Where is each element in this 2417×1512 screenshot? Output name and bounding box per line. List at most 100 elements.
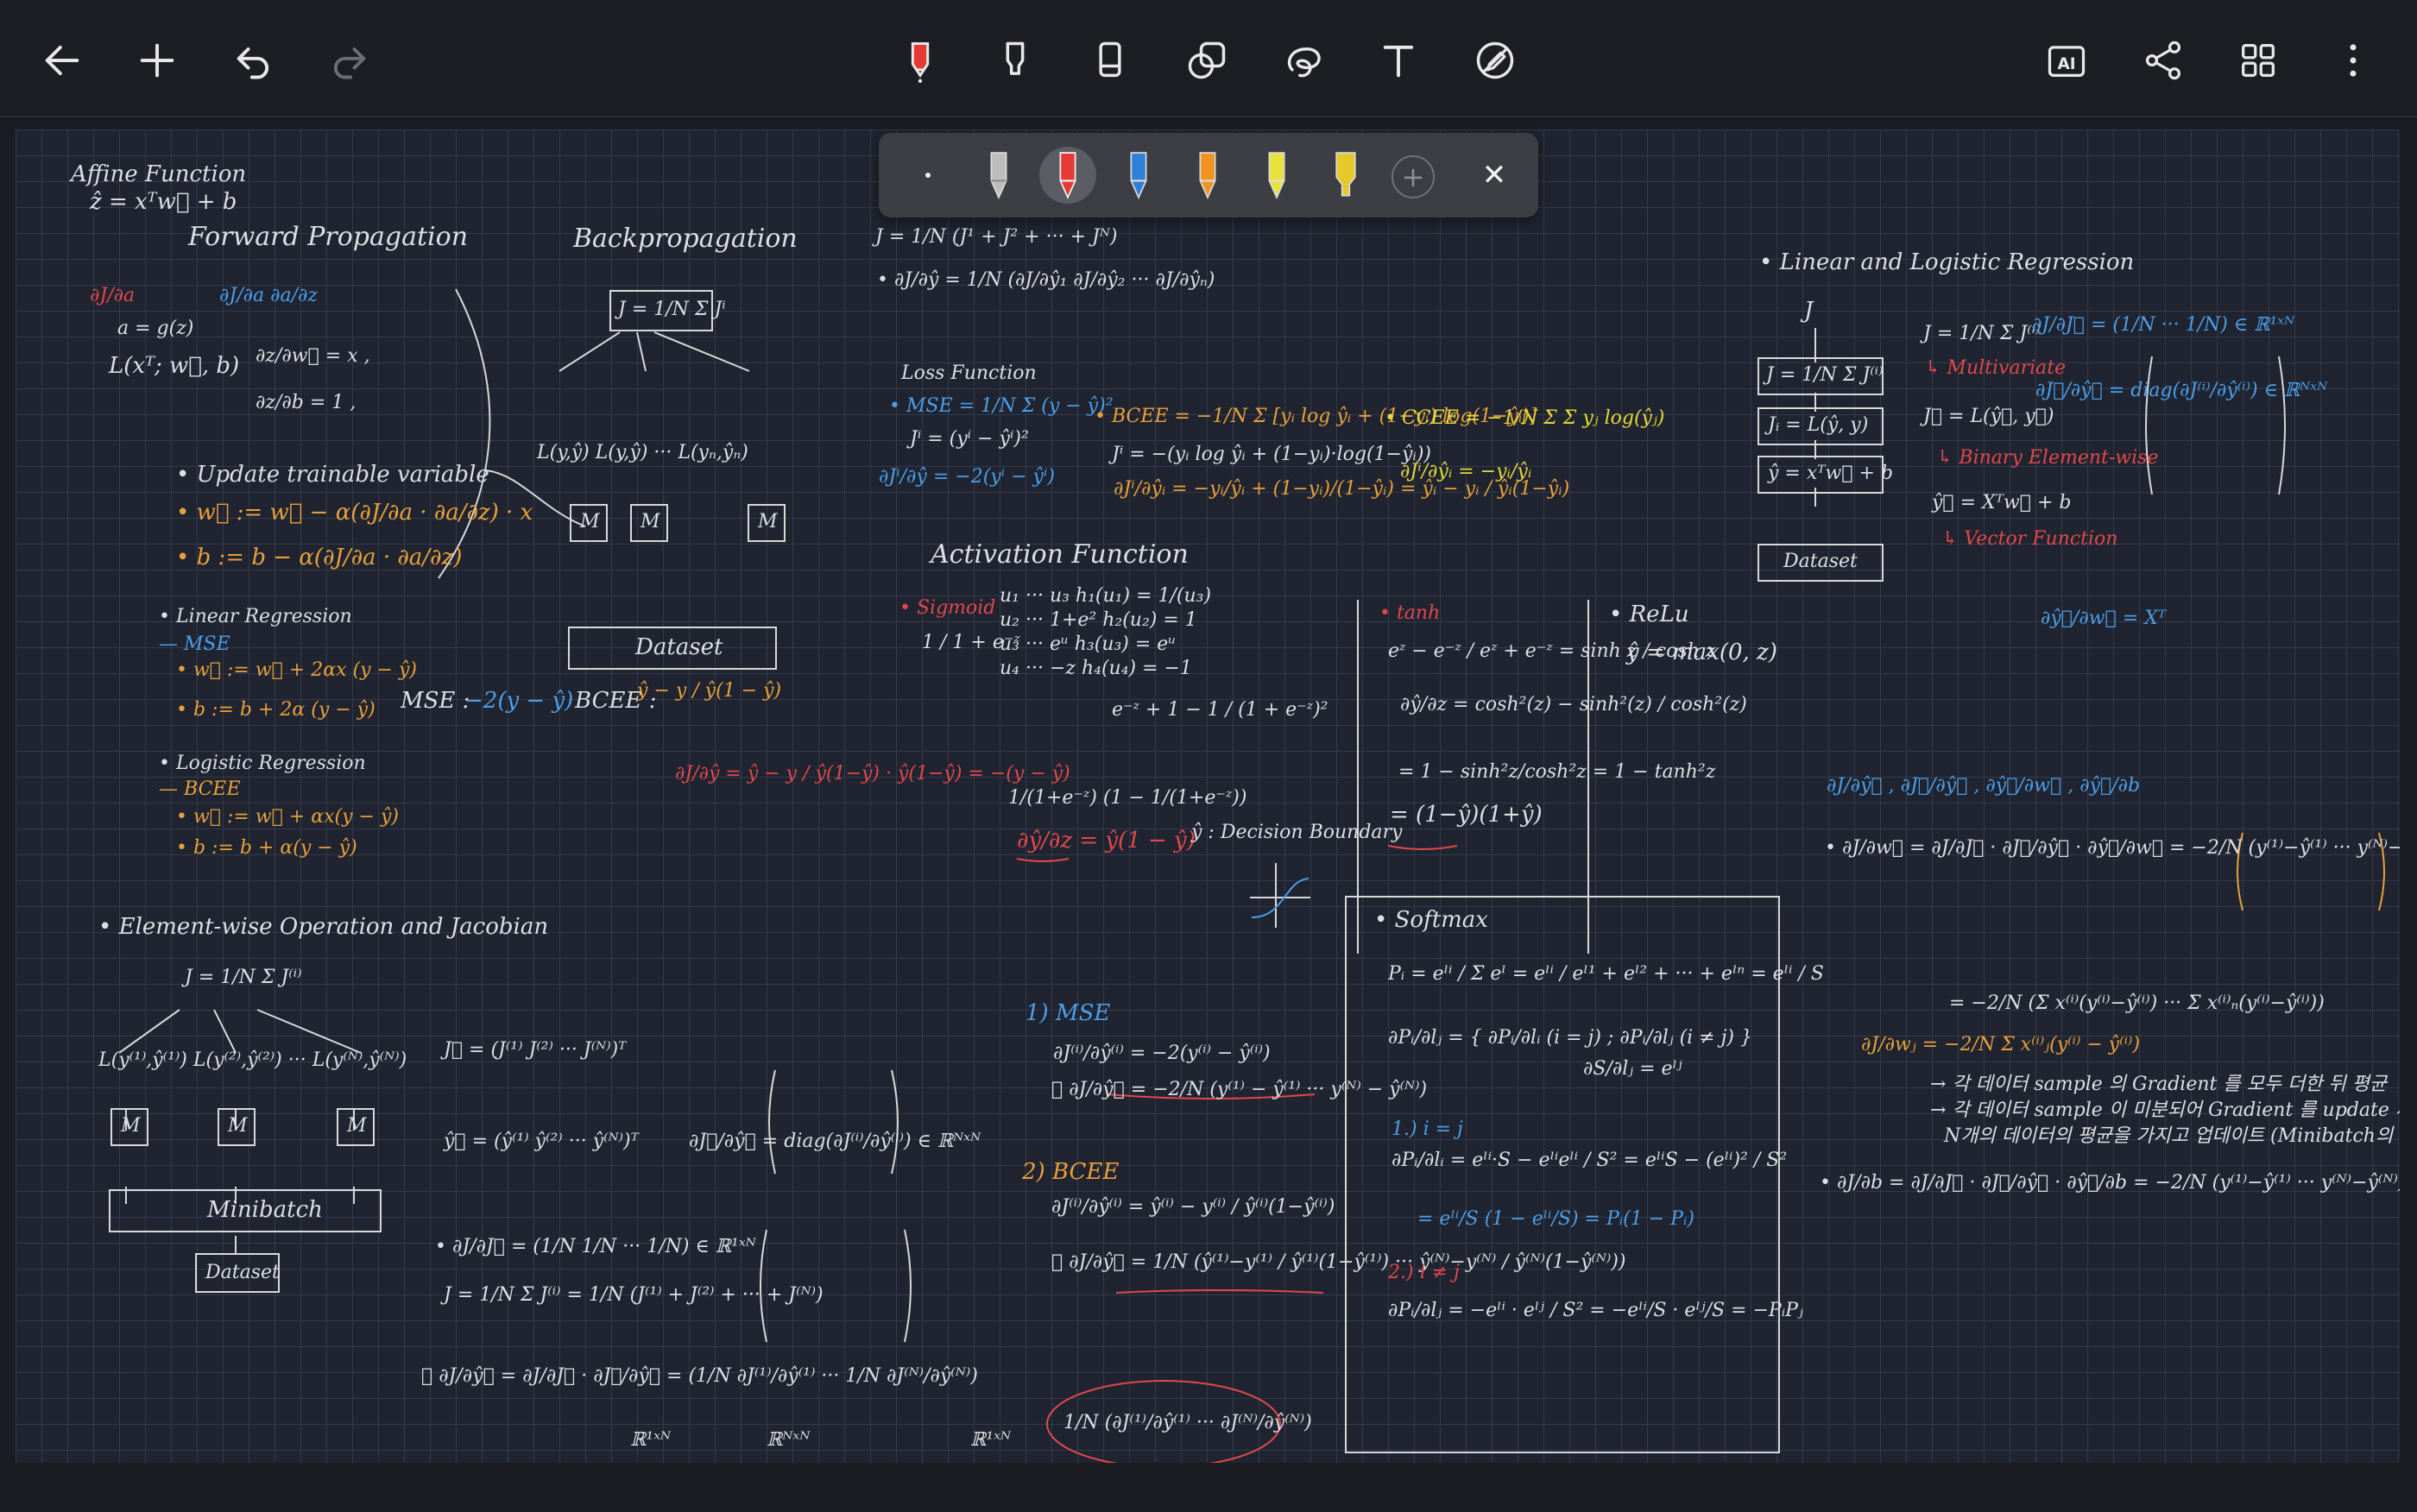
lasso-tool-button[interactable] bbox=[1269, 26, 1338, 95]
mse-value: −2(y − ŷ) bbox=[464, 688, 574, 714]
eraser-tool-button[interactable] bbox=[1076, 26, 1145, 95]
lr-affine: ŷ = xᵀw⃗ + b bbox=[1768, 463, 1894, 484]
update-b: • b := b − α(∂J/∂a · ∂a/∂z) bbox=[176, 545, 463, 570]
text-tool-icon bbox=[1383, 45, 1414, 78]
redo-button[interactable] bbox=[314, 26, 383, 95]
pen-red[interactable] bbox=[1039, 147, 1096, 204]
note-canvas[interactable]: Affine Function ẑ = xᵀw⃗ + b Forward Pro… bbox=[16, 129, 2400, 1463]
loss-mse-per-sample: Jⁱ = (yⁱ − ŷⁱ)² bbox=[910, 428, 1029, 450]
pen-palette: + ✕ bbox=[879, 133, 1538, 217]
lr-loss: Jᵢ = L(ŷ, y) bbox=[1768, 414, 1869, 436]
lr-cost-vector: J = 1/N Σ J⁽ⁱ⁾ bbox=[1923, 323, 2041, 344]
elementwise-jacobian: ∂J⃗/∂ŷ⃗ = diag(∂J⁽ⁱ⁾/∂ŷ⁽ⁱ⁾) ∈ ℝᴺˣᴺ bbox=[689, 1131, 981, 1152]
tanh-derivative-2: = 1 − sinh²z/cosh²z = 1 − tanh²z bbox=[1398, 761, 1716, 783]
activation-title: Activation Function bbox=[931, 539, 1189, 570]
tanh-result: = (1−ŷ)(1+ŷ) bbox=[1390, 802, 1543, 828]
touch-draw-toggle[interactable] bbox=[1461, 26, 1530, 95]
backprop-losses: L(y,ŷ) L(y,ŷ) ··· L(yₙ,ŷₙ) bbox=[537, 442, 748, 463]
pages-grid-button[interactable] bbox=[2224, 26, 2293, 95]
lr-affine-box: ŷ = xᵀw⃗ + b bbox=[1758, 456, 1893, 494]
pen-yellow-icon bbox=[1268, 152, 1285, 199]
tanh-title: • tanh bbox=[1379, 602, 1441, 624]
back-arrow-icon bbox=[45, 45, 79, 76]
lr-dcost: ∂J/∂J⃗ = (1/N ··· 1/N) ∈ ℝ¹ˣᴺ bbox=[2032, 314, 2295, 336]
pen-orange[interactable] bbox=[1179, 147, 1236, 204]
undo-button[interactable] bbox=[219, 26, 288, 95]
softmax-case-1-eq: ∂Pᵢ/∂lᵢ = eˡⁱ·S − eˡⁱeˡⁱ / S² = eˡⁱS − (… bbox=[1392, 1150, 1788, 1171]
pen-tool-icon bbox=[911, 41, 930, 83]
elementwise-dataset-box: Dataset bbox=[195, 1253, 280, 1293]
bcee-case: 2) BCEE bbox=[1022, 1159, 1120, 1185]
elementwise-J: J = 1/N Σ J⁽ⁱ⁾ = 1/N (J⁽¹⁾ + J⁽²⁾ + ··· … bbox=[444, 1284, 824, 1306]
pen-tool-button[interactable] bbox=[886, 26, 955, 95]
relu-title: • ReLu bbox=[1609, 602, 1689, 627]
elementwise-r1n-2: ℝ¹ˣᴺ bbox=[970, 1429, 1012, 1451]
sigmoid-block-3: u₃ ··· eᵘ h₃(u₃) = eᵘ bbox=[1000, 633, 1177, 655]
ai-label: AI bbox=[2057, 55, 2075, 73]
lr-multivariate: ↳ Multivariate bbox=[1925, 357, 2067, 379]
loss-bcee-per-sample: Jⁱ = −(yᵢ log ŷᵢ + (1−yᵢ)·log(1−ŷᵢ)) bbox=[1112, 444, 1432, 465]
add-button[interactable] bbox=[123, 26, 192, 95]
loss-ccee-gradient: ∂Jⁱ/∂ŷᵢ = −yᵢ/ŷᵢ bbox=[1400, 461, 1532, 482]
shapes-tool-button[interactable] bbox=[1172, 26, 1241, 95]
lr-cost-box: J = 1/N Σ J⁽ⁱ⁾ bbox=[1758, 357, 1884, 395]
update-w: • w⃗ := w⃗ − α(∂J/∂a · ∂a/∂z) · x bbox=[176, 500, 533, 526]
decision-boundary: ŷ : Decision Boundary bbox=[1191, 822, 1403, 843]
forward-chain-blue: ∂J/∂a ∂a/∂z bbox=[219, 285, 318, 306]
more-options-icon bbox=[2350, 44, 2357, 77]
more-options-button[interactable] bbox=[2319, 26, 2388, 95]
pen-gray[interactable] bbox=[970, 147, 1027, 204]
shapes-tool-icon bbox=[1188, 41, 1226, 79]
forward-loss: L(xᵀ; w⃗, b) bbox=[109, 353, 240, 379]
lr-grad-w: • ∂J/∂w⃗ = ∂J/∂J⃗ · ∂J⃗/∂ŷ⃗ · ∂ŷ⃗/∂w⃗ = … bbox=[1825, 837, 2400, 859]
bcee-case-1: ∂J⁽ⁱ⁾/∂ŷ⁽ⁱ⁾ = ŷ⁽ⁱ⁾ − y⁽ⁱ⁾ / ŷ⁽ⁱ⁾(1−ŷ⁽ⁱ⁾) bbox=[1051, 1196, 1335, 1218]
bottom-circled-result: 1/N (∂J⁽¹⁾/∂ŷ⁽¹⁾ ··· ∂J⁽ᴺ⁾/∂ŷ⁽ᴺ⁾) bbox=[1063, 1412, 1312, 1433]
close-palette-button[interactable]: ✕ bbox=[1466, 147, 1523, 204]
update-title: • Update trainable variable bbox=[176, 462, 489, 488]
forward-grad-w: ∂z/∂w⃗ = x , bbox=[256, 345, 370, 367]
elementwise-yhat-vector: ŷ⃗ = (ŷ⁽¹⁾ ŷ⁽²⁾ ··· ŷ⁽ᴺ⁾)ᵀ bbox=[444, 1131, 639, 1152]
backprop-dataset-box: Dataset bbox=[568, 627, 777, 670]
pen-yellow[interactable] bbox=[1248, 147, 1305, 204]
pen-blue[interactable] bbox=[1110, 147, 1167, 204]
softmax-case-2-eq: ∂Pᵢ/∂lⱼ = −eˡⁱ · eˡʲ / S² = −eˡⁱ/S · eˡʲ… bbox=[1388, 1300, 1803, 1321]
pen-size-selector[interactable] bbox=[899, 147, 956, 204]
softmax-case-2: 2.) i ≠ j bbox=[1388, 1262, 1460, 1283]
highlighter-yellow[interactable] bbox=[1317, 147, 1374, 204]
backprop-model-label: M bbox=[641, 511, 660, 532]
bcee-chain: ∂J/∂ŷ = ŷ − y / ŷ(1−ŷ) · ŷ(1−ŷ) = −(y − … bbox=[675, 763, 1070, 784]
lr-X-jacobian: ∂ŷ⃗/∂w⃗ = Xᵀ bbox=[2041, 608, 2167, 629]
sigmoid-block-2: u₂ ··· 1+e² h₂(u₂) = 1 bbox=[1000, 609, 1197, 631]
sigmoid-expand-2: 1/(1+e⁻ᶻ) (1 − 1/(1+e⁻ᶻ)) bbox=[1008, 787, 1247, 809]
affine-equation: ẑ = xᵀw⃗ + b bbox=[90, 189, 237, 215]
sigmoid-block-1: u₁ ··· u₃ h₁(u₁) = 1/(u₃) bbox=[1000, 585, 1212, 607]
ai-assist-icon: AI bbox=[2048, 46, 2086, 77]
lr-loss-box: Jᵢ = L(ŷ, y) bbox=[1758, 407, 1884, 445]
softmax-s-derivative: ∂S/∂lⱼ = eˡʲ bbox=[1583, 1058, 1682, 1080]
lr-vector-fn: ŷ⃗ = Xᵀw⃗ + b bbox=[1932, 492, 2072, 513]
add-pen-button[interactable]: + bbox=[1392, 155, 1435, 198]
tanh-derivative: ∂ŷ/∂z = cosh²(z) − sinh²(z) / cosh²(z) bbox=[1400, 694, 1747, 715]
loss-ccee: • CCEE = −1/N Σ Σ yⱼ log(ŷⱼ) bbox=[1385, 407, 1665, 429]
softmax-case-1-result: = eˡⁱ/S (1 − eˡⁱ/S) = Pᵢ(1 − Pᵢ) bbox=[1417, 1208, 1694, 1230]
forward-grad-b: ∂z/∂b = 1 , bbox=[256, 392, 357, 413]
pen-size-dot-icon bbox=[925, 173, 931, 178]
highlighter-tool-button[interactable] bbox=[981, 26, 1050, 95]
ai-assist-button[interactable]: AI bbox=[2032, 26, 2101, 95]
sigmoid-title: • Sigmoid bbox=[899, 597, 996, 619]
relu-definition: ŷ = max(0, z) bbox=[1626, 639, 1777, 665]
backprop-model-label: M bbox=[758, 511, 778, 532]
forward-chain-red: ∂J/∂a bbox=[90, 285, 136, 306]
pages-grid-icon bbox=[2242, 44, 2275, 77]
share-icon bbox=[2145, 41, 2181, 80]
text-tool-button[interactable] bbox=[1364, 26, 1433, 95]
linear-b-update: • b := b + 2α (y − ŷ) bbox=[176, 699, 375, 721]
sigmoid-expand-1: e⁻ᶻ + 1 − 1 / (1 + e⁻ᶻ)² bbox=[1112, 699, 1328, 721]
highlighter-tool-icon bbox=[1006, 41, 1025, 75]
backprop-model-label: M bbox=[580, 511, 600, 532]
back-button[interactable] bbox=[28, 26, 97, 95]
eraser-tool-icon bbox=[1099, 41, 1121, 78]
share-button[interactable] bbox=[2129, 26, 2198, 95]
elementwise-model-2: M bbox=[218, 1108, 256, 1146]
logistic-reg-title: • Logistic Regression bbox=[159, 753, 366, 774]
